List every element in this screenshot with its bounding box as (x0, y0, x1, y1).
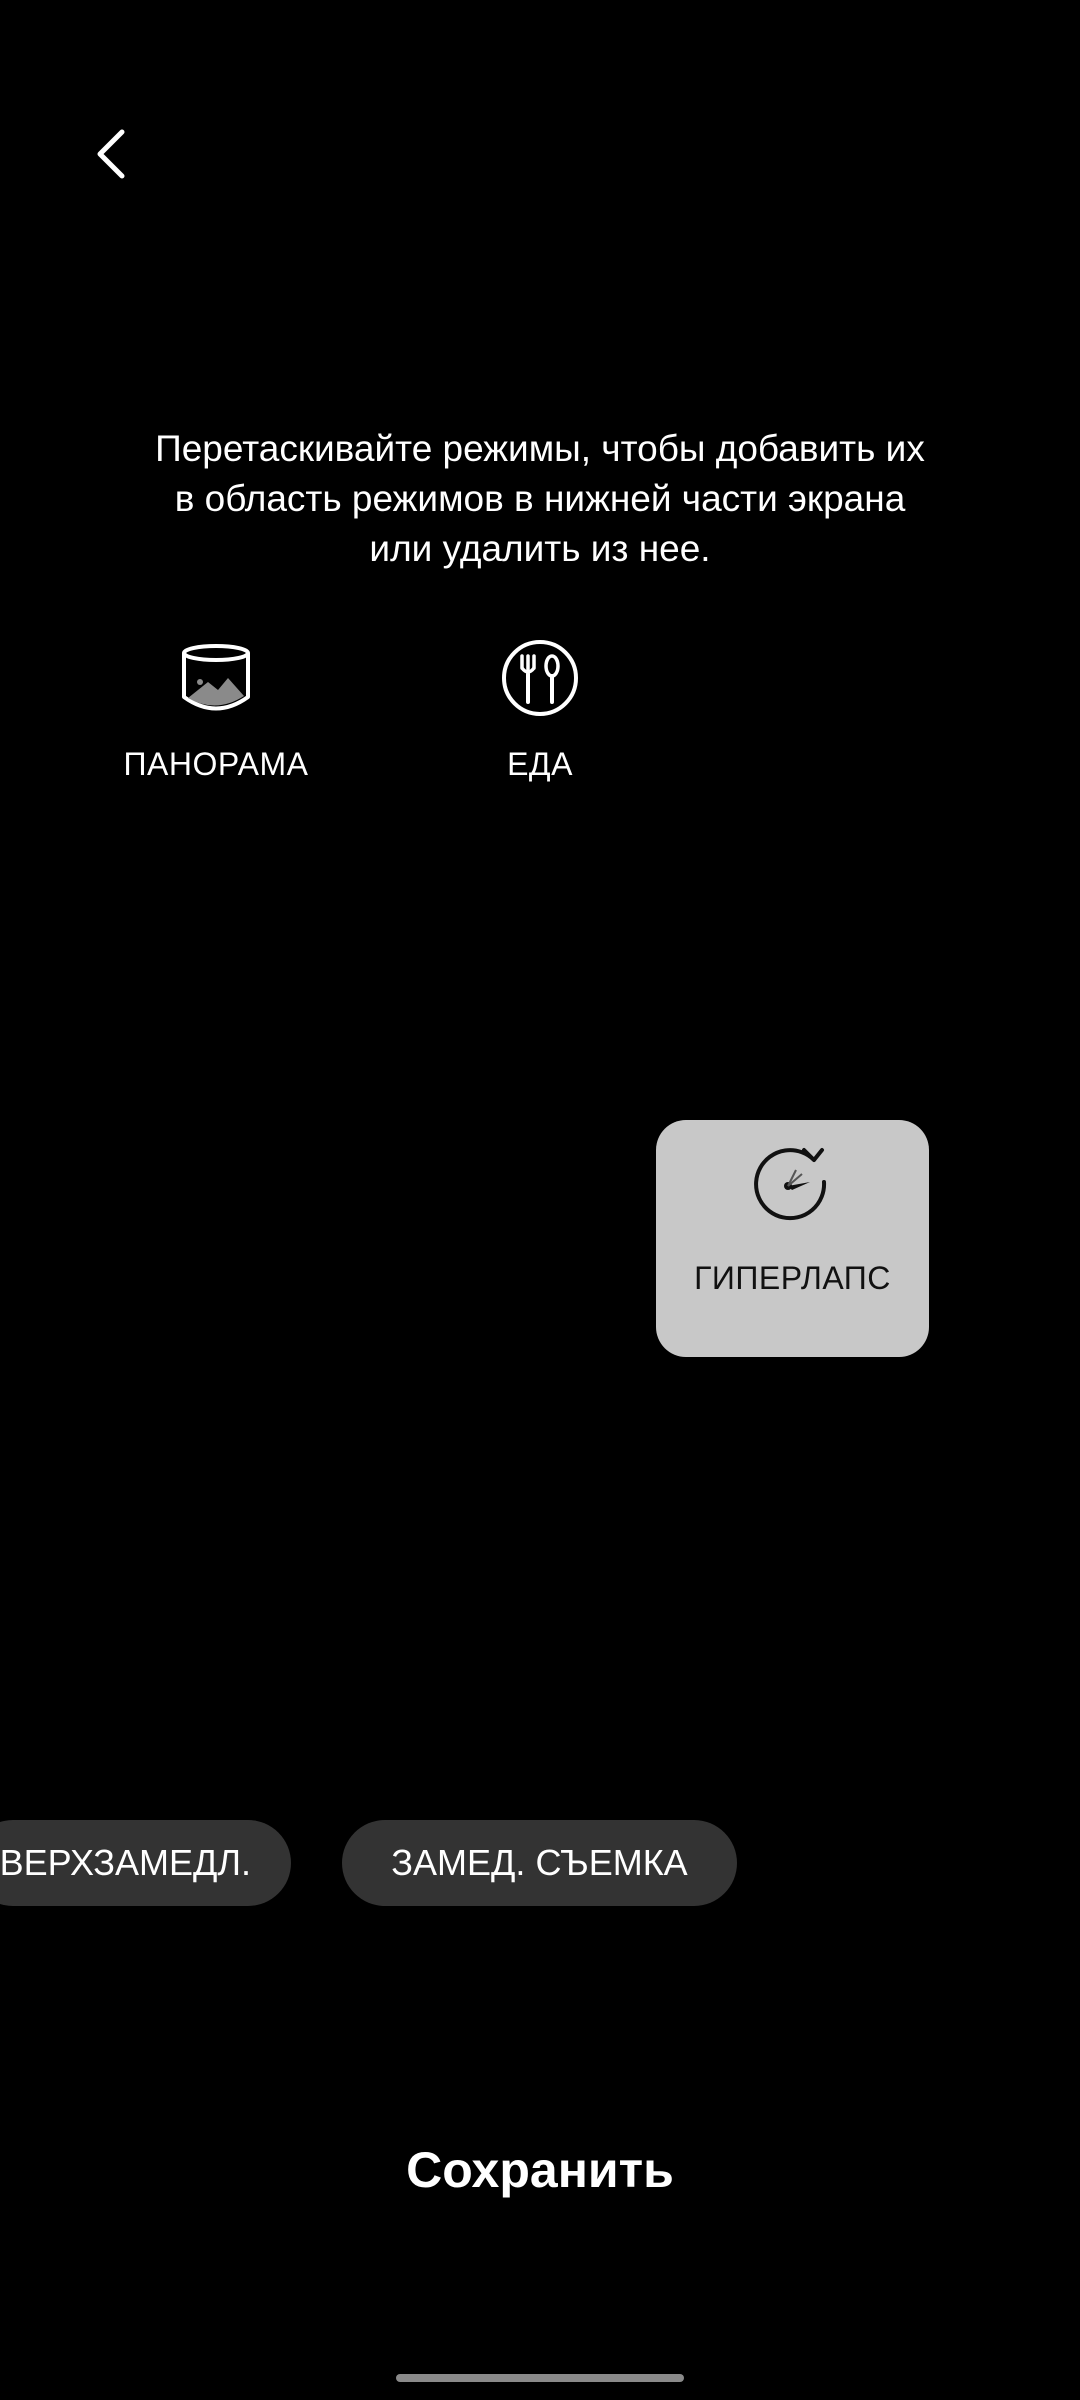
save-button[interactable]: Сохранить (340, 2130, 740, 2210)
food-icon (498, 636, 582, 720)
panorama-icon (174, 636, 258, 720)
hyperlapse-icon (750, 1140, 836, 1226)
mode-item-food[interactable]: ЕДА (420, 636, 660, 806)
instruction-text: Перетаскивайте режимы, чтобы добавить их… (100, 424, 980, 574)
instruction-line: в область режимов в нижней части экрана (174, 478, 906, 519)
mode-label: ГИПЕРЛАПС (694, 1260, 891, 1296)
instruction-line: Перетаскивайте режимы, чтобы добавить их (155, 428, 925, 469)
mode-label: ЕДА (507, 746, 573, 782)
mode-item-panorama[interactable]: ПАНОРАМА (96, 636, 336, 806)
dragging-mode-hyperlapse[interactable]: ГИПЕРЛАПС (656, 1120, 929, 1357)
mode-label: ПАНОРАМА (123, 746, 309, 782)
home-indicator[interactable] (396, 2374, 684, 2382)
back-button[interactable] (70, 112, 154, 196)
instruction-line: или удалить из нее. (369, 528, 711, 569)
mode-chip-slow-motion[interactable]: ЗАМЕД. СЪЕМКА (342, 1820, 737, 1906)
mode-chip-super-slow[interactable]: ВЕРХЗАМЕДЛ. (0, 1820, 291, 1906)
chevron-left-icon (97, 129, 125, 179)
